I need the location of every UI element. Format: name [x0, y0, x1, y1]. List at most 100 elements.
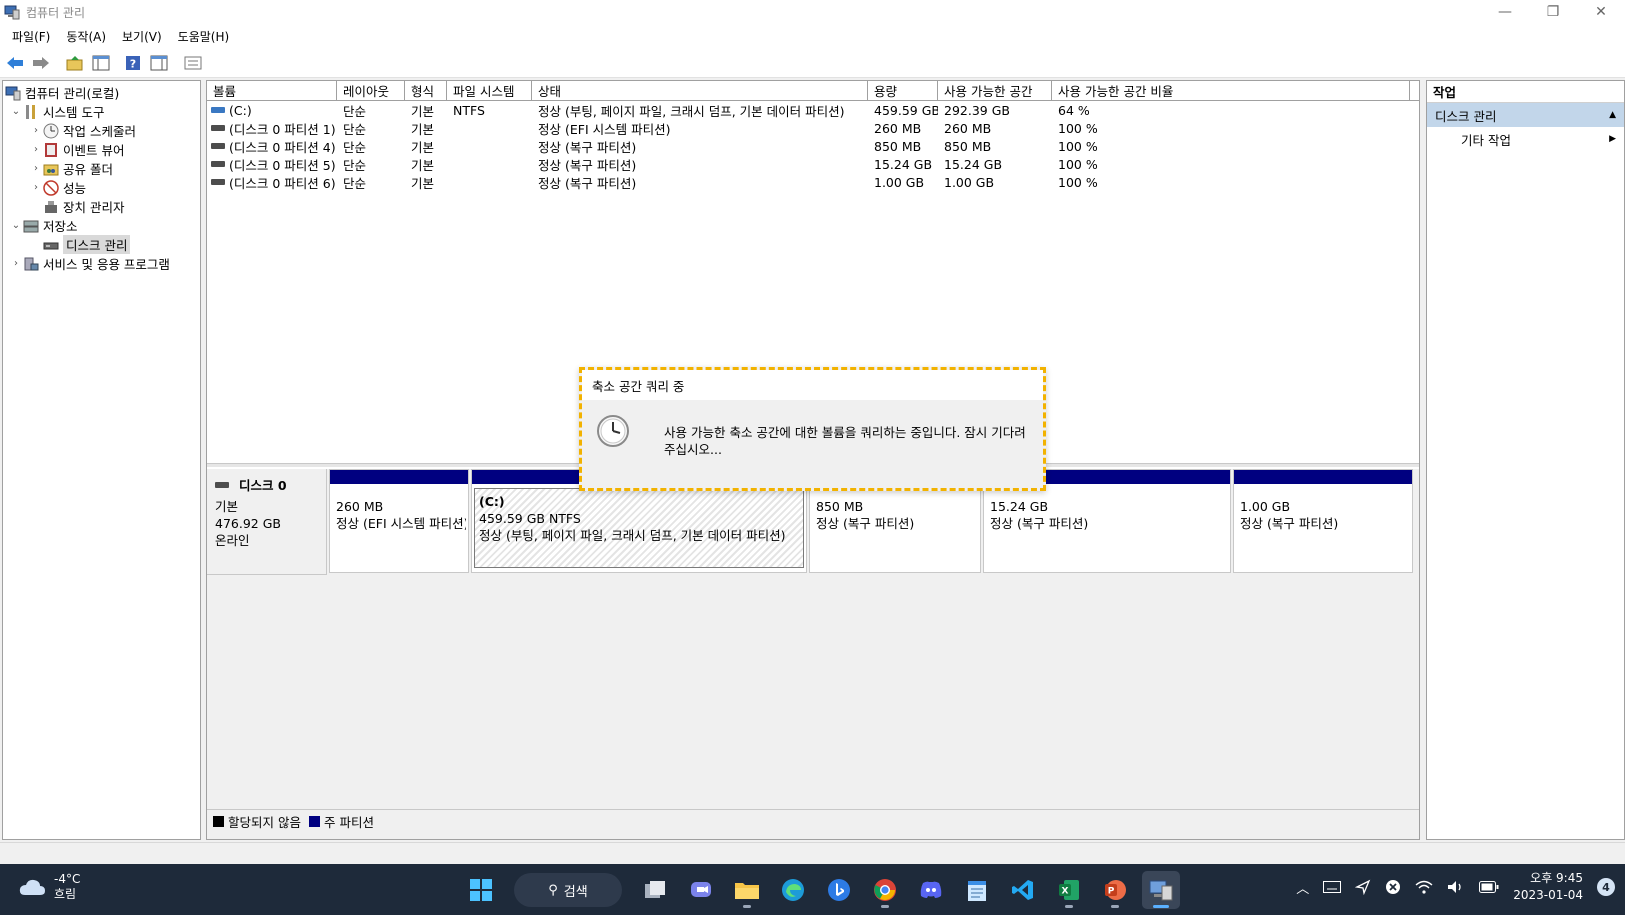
menu-action[interactable]: 동작(A) [58, 28, 114, 45]
up-folder-button[interactable] [64, 52, 86, 74]
action-section-disk-management[interactable]: 디스크 관리 ▲ [1427, 103, 1624, 127]
properties-button[interactable] [182, 52, 204, 74]
search-icon: ⚲ [548, 882, 558, 898]
volume-file-system: NTFS [453, 102, 485, 118]
partition-size: 1.00 GB [1240, 499, 1291, 514]
battery-icon[interactable] [1479, 881, 1499, 893]
forward-button[interactable] [30, 52, 52, 74]
location-icon[interactable] [1355, 879, 1371, 895]
keyboard-icon[interactable] [1323, 881, 1342, 893]
folder-icon [735, 883, 759, 899]
column-header-capacity[interactable]: 용량 [868, 81, 938, 100]
show-hide-tree-button[interactable] [90, 52, 112, 74]
partition-efi[interactable]: 260 MB 정상 (EFI 시스템 파티션) [329, 469, 469, 573]
column-header-free-space[interactable]: 사용 가능한 공간 [938, 81, 1052, 100]
column-header-status[interactable]: 상태 [532, 81, 868, 100]
menu-view[interactable]: 보기(V) [114, 28, 170, 45]
running-indicator [743, 905, 751, 908]
column-header-percent-free[interactable]: 사용 가능한 공간 비율 [1052, 81, 1410, 100]
notification-badge[interactable]: 4 [1597, 878, 1615, 896]
show-hide-action-pane-button[interactable] [148, 52, 170, 74]
forward-arrow-icon [33, 56, 49, 69]
volume-row[interactable]: (C:) 단순 기본 NTFS 정상 (부팅, 페이지 파일, 크래시 덤프, … [207, 101, 1419, 119]
restore-button[interactable]: ❐ [1529, 0, 1577, 24]
disk-0-label[interactable]: 디스크 0 기본 476.92 GB 온라인 [207, 469, 327, 575]
edge-button[interactable] [774, 871, 812, 909]
menu-bar: 파일(F) 동작(A) 보기(V) 도움말(H) [0, 24, 1625, 48]
taskbar-clock[interactable]: 오후 9:45 2023-01-04 [1513, 870, 1583, 904]
task-view-button[interactable] [636, 871, 674, 909]
chevron-right-icon[interactable]: › [29, 163, 43, 174]
close-button[interactable]: ✕ [1577, 0, 1625, 24]
volume-row[interactable]: (디스크 0 파티션 6) 단순 기본 정상 (복구 파티션) 1.00 GB … [207, 173, 1419, 191]
column-header-type[interactable]: 형식 [405, 81, 447, 100]
volume-icon [211, 107, 225, 113]
column-header-file-system[interactable]: 파일 시스템 [447, 81, 532, 100]
tree-item-storage[interactable]: ⌄ 저장소 [3, 216, 200, 235]
chevron-down-icon[interactable]: ⌄ [9, 220, 23, 231]
notepad-button[interactable] [958, 871, 996, 909]
taskbar-search[interactable]: ⚲ 검색 [514, 873, 622, 907]
tree-label: 이벤트 뷰어 [63, 143, 125, 158]
chevron-right-icon[interactable]: › [29, 144, 43, 155]
vscode-button[interactable] [1004, 871, 1042, 909]
wifi-icon[interactable] [1415, 880, 1433, 894]
tree-item-task-scheduler[interactable]: › 작업 스케줄러 [3, 121, 200, 140]
tree-item-disk-management[interactable]: 디스크 관리 [3, 235, 200, 254]
volume-name: (디스크 0 파티션 4) [229, 139, 336, 155]
tree-item-system-tools[interactable]: ⌄ 시스템 도구 [3, 102, 200, 121]
volume-free-space: 1.00 GB [944, 174, 995, 190]
tree-item-device-manager[interactable]: 장치 관리자 [3, 197, 200, 216]
chevron-right-icon[interactable]: › [9, 258, 23, 269]
column-header-layout[interactable]: 레이아웃 [337, 81, 405, 100]
collapse-up-icon[interactable]: ▲ [1609, 110, 1616, 120]
tree-item-performance[interactable]: › 성능 [3, 178, 200, 197]
volume-row[interactable]: (디스크 0 파티션 5) 단순 기본 정상 (복구 파티션) 15.24 GB… [207, 155, 1419, 173]
bing-button[interactable] [820, 871, 858, 909]
discord-icon [920, 881, 942, 898]
submenu-arrow-icon: ▶ [1609, 134, 1616, 144]
powerpoint-button[interactable]: P [1096, 871, 1134, 909]
menu-file[interactable]: 파일(F) [4, 28, 58, 45]
back-button[interactable] [4, 52, 26, 74]
discord-button[interactable] [912, 871, 950, 909]
chevron-down-icon[interactable]: ⌄ [9, 106, 23, 117]
action-more-actions[interactable]: 기타 작업 ▶ [1427, 127, 1624, 151]
help-button[interactable]: ? [122, 52, 144, 74]
partition-size: 850 MB [816, 499, 864, 514]
unallocated-swatch [213, 816, 224, 827]
chrome-button[interactable] [866, 871, 904, 909]
computer-management-taskbar-button[interactable] [1142, 871, 1180, 909]
volume-icon[interactable] [1447, 880, 1465, 894]
volume-capacity: 1.00 GB [874, 174, 925, 190]
teams-chat-button[interactable] [682, 871, 720, 909]
chevron-right-icon[interactable]: › [29, 125, 43, 136]
chevron-up-icon[interactable]: ︿ [1296, 878, 1309, 897]
volume-row[interactable]: (디스크 0 파티션 4) 단순 기본 정상 (복구 파티션) 850 MB 8… [207, 137, 1419, 155]
weather-widget[interactable]: -4°C 흐림 [18, 872, 80, 902]
tree-item-event-viewer[interactable]: › 이벤트 뷰어 [3, 140, 200, 159]
excel-button[interactable]: X [1050, 871, 1088, 909]
menu-help[interactable]: 도움말(H) [170, 28, 238, 45]
legend-unallocated: 할당되지 않음 [228, 815, 301, 830]
dialog-message: 사용 가능한 축소 공간에 대한 볼륨을 쿼리하는 중입니다. 잠시 기다려 주… [664, 425, 1026, 457]
xbox-close-icon[interactable] [1385, 879, 1401, 895]
volume-percent-free: 64 % [1058, 102, 1090, 118]
column-header-volume[interactable]: 볼륨 [207, 81, 337, 100]
volume-row[interactable]: (디스크 0 파티션 1) 단순 기본 정상 (EFI 시스템 파티션) 260… [207, 119, 1419, 137]
tree-item-shared-folders[interactable]: › 공유 폴더 [3, 159, 200, 178]
partition-recovery-6[interactable]: 1.00 GB 정상 (복구 파티션) [1233, 469, 1413, 573]
volume-layout: 단순 [343, 175, 367, 191]
tree-item-root[interactable]: 컴퓨터 관리(로컬) [3, 83, 200, 102]
taskbar: -4°C 흐림 ⚲ 검색 X P ︿ 오후 9:45 2023-01-04 4 [0, 864, 1625, 915]
tree-item-services-apps[interactable]: › 서비스 및 응용 프로그램 [3, 254, 200, 273]
chevron-right-icon[interactable]: › [29, 182, 43, 193]
toolbar: ? [0, 48, 1625, 78]
minimize-button[interactable]: — [1481, 0, 1529, 24]
start-button[interactable] [462, 871, 500, 909]
tree-label: 공유 폴더 [63, 162, 113, 177]
file-explorer-button[interactable] [728, 871, 766, 909]
volume-layout: 단순 [343, 139, 367, 155]
volume-free-space: 292.39 GB [944, 102, 1010, 118]
volume-percent-free: 100 % [1058, 120, 1098, 136]
